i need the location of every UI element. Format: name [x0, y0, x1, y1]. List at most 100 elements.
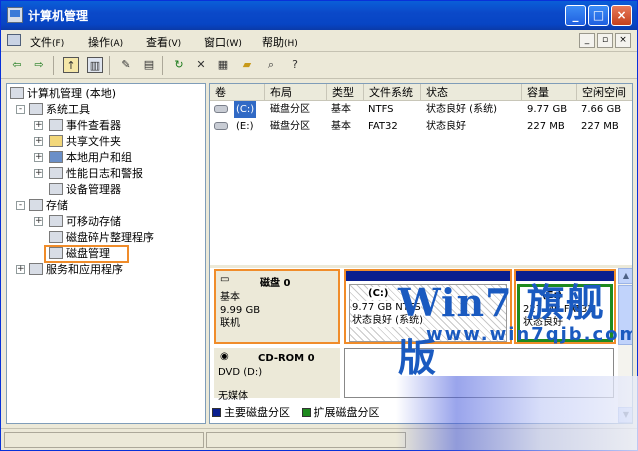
expand-perf-logs-toggle[interactable]: +	[34, 169, 43, 178]
disk-management-pane: 卷 布局 类型 文件系统 状态 容量 空闲空间 (C:) 磁盘分区 基本 NTF…	[209, 83, 633, 424]
tree-item-defrag[interactable]: 磁盘碎片整理程序	[49, 230, 154, 245]
search-icon[interactable]: ⌕	[263, 57, 279, 73]
extended-legend-label: 扩展磁盘分区	[313, 406, 380, 419]
disk-0-size: 9.99 GB	[220, 305, 261, 316]
tree-item-disk-management[interactable]: 磁盘管理	[49, 246, 110, 261]
partition-c-name: (C:)	[368, 287, 389, 300]
column-header-layout[interactable]: 布局	[265, 84, 327, 101]
tree-item-root[interactable]: 计算机管理 (本地)	[10, 86, 116, 101]
expand-local-users-toggle[interactable]: +	[34, 153, 43, 162]
volume-list-header: 卷 布局 类型 文件系统 状态 容量 空闲空间	[210, 84, 632, 101]
computer-management-icon	[7, 7, 23, 23]
refresh-icon[interactable]: ↻	[171, 57, 187, 73]
tree-item-perf-logs[interactable]: 性能日志和警报	[49, 166, 143, 181]
properties2-icon[interactable]: ▦	[215, 57, 231, 73]
column-header-type[interactable]: 类型	[327, 84, 364, 101]
disk-management-icon	[49, 247, 63, 259]
menu-file[interactable]: 文件(F)	[30, 34, 64, 50]
decorative-overlay	[396, 376, 638, 451]
mdi-minimize-button[interactable]: _	[579, 33, 595, 48]
collapse-system-tools-toggle[interactable]: -	[16, 105, 25, 114]
console-tree: 计算机管理 (本地) - 系统工具 + 事件查看器 + 共享文件夹 + 本地用户…	[6, 83, 206, 424]
app-menu-icon[interactable]	[7, 34, 21, 46]
export-icon[interactable]: ▤	[141, 57, 157, 73]
up-folder-icon[interactable]: ↑	[63, 57, 79, 73]
volume-filesystem: NTFS	[368, 104, 394, 115]
toolbar: ⇦ ⇨ ↑ ▥ ✎ ▤ ↻ ✕ ▦ ▰ ⌕ ?	[1, 52, 637, 79]
tree-item-removable-storage[interactable]: 可移动存储	[49, 214, 121, 229]
disk-0-state: 联机	[220, 318, 240, 329]
back-icon[interactable]: ⇦	[9, 57, 25, 73]
shared-folder-icon	[49, 135, 63, 147]
volume-type: 基本	[331, 104, 351, 115]
volume-layout: 磁盘分区	[270, 121, 310, 132]
expand-removable-toggle[interactable]: +	[34, 217, 43, 226]
tools-icon	[29, 103, 43, 115]
menu-bar: 文件(F) 操作(A) 查看(V) 窗口(W) 帮助(H) _ ▫ ×	[1, 30, 637, 52]
close-button[interactable]: ×	[611, 5, 632, 26]
cdrom-drive: DVD (D:)	[218, 367, 263, 378]
disk-0-label-box[interactable]: ▭ 磁盘 0 基本 9.99 GB 联机	[214, 269, 340, 344]
removable-storage-icon	[49, 215, 63, 227]
collapse-storage-toggle[interactable]: -	[16, 201, 25, 210]
menu-window[interactable]: 窗口(W)	[204, 34, 242, 50]
properties-icon[interactable]: ✎	[118, 57, 134, 73]
tree-item-event-viewer[interactable]: 事件查看器	[49, 118, 121, 133]
device-manager-icon	[49, 183, 63, 195]
volume-row[interactable]: (C:) 磁盘分区 基本 NTFS 状态良好 (系统) 9.77 GB 7.66…	[210, 101, 632, 118]
toolbar-separator	[162, 56, 163, 75]
menu-view[interactable]: 查看(V)	[146, 34, 181, 50]
title-bar[interactable]: 计算机管理 _ □ ×	[1, 1, 637, 30]
volume-name: (E:)	[236, 121, 254, 132]
event-viewer-icon	[49, 119, 63, 131]
mdi-close-button[interactable]: ×	[615, 33, 631, 48]
column-header-free-space[interactable]: 空闲空间	[577, 84, 632, 101]
help-icon[interactable]: ?	[287, 57, 303, 73]
tree-item-storage[interactable]: 存储	[29, 198, 68, 213]
volume-name: (C:)	[234, 101, 257, 118]
column-header-volume[interactable]: 卷	[210, 84, 265, 101]
tree-item-device-manager[interactable]: 设备管理器	[49, 182, 121, 197]
services-icon	[29, 263, 43, 275]
extended-legend-swatch	[301, 408, 311, 417]
open-folder-icon[interactable]: ▰	[239, 57, 255, 73]
mdi-restore-button[interactable]: ▫	[597, 33, 613, 48]
cdrom-media: 无媒体	[218, 391, 248, 402]
tree-item-shared-folders[interactable]: 共享文件夹	[49, 134, 121, 149]
volume-row[interactable]: (E:) 磁盘分区 基本 FAT32 状态良好 227 MB 227 MB	[210, 118, 632, 135]
expand-shared-folders-toggle[interactable]: +	[34, 137, 43, 146]
cdrom-label-box: ◉ CD-ROM 0 DVD (D:) 无媒体	[214, 348, 340, 402]
toolbar-separator	[109, 56, 110, 75]
tree-item-local-users[interactable]: 本地用户和组	[49, 150, 132, 165]
minimize-button[interactable]: _	[565, 5, 586, 26]
expand-event-viewer-toggle[interactable]: +	[34, 121, 43, 130]
disk-0-type: 基本	[220, 292, 240, 303]
drive-icon	[214, 122, 228, 130]
storage-icon	[29, 199, 43, 211]
tree-item-services[interactable]: 服务和应用程序	[29, 262, 123, 277]
volume-filesystem: FAT32	[368, 121, 398, 132]
volume-layout: 磁盘分区	[270, 104, 310, 115]
performance-icon	[49, 167, 63, 179]
volume-free-space: 7.66 GB	[581, 104, 622, 115]
maximize-button[interactable]: □	[588, 5, 609, 26]
status-pane-1	[4, 432, 204, 448]
tree-item-system-tools[interactable]: 系统工具	[29, 102, 90, 117]
status-pane-2	[206, 432, 406, 448]
expand-services-toggle[interactable]: +	[16, 265, 25, 274]
show-tree-icon[interactable]: ▥	[87, 57, 103, 73]
users-icon	[49, 151, 63, 163]
computer-icon	[10, 87, 24, 99]
menu-action[interactable]: 操作(A)	[88, 34, 123, 50]
delete-icon[interactable]: ✕	[193, 57, 209, 73]
watermark-url: www.win7qjb.com	[426, 324, 633, 345]
column-header-capacity[interactable]: 容量	[522, 84, 577, 101]
column-header-filesystem[interactable]: 文件系统	[364, 84, 421, 101]
column-header-status[interactable]: 状态	[421, 84, 522, 101]
menu-help[interactable]: 帮助(H)	[262, 34, 298, 50]
volume-capacity: 227 MB	[527, 121, 565, 132]
toolbar-separator	[53, 56, 54, 75]
defrag-icon	[49, 231, 63, 243]
volume-type: 基本	[331, 121, 351, 132]
forward-icon[interactable]: ⇨	[31, 57, 47, 73]
